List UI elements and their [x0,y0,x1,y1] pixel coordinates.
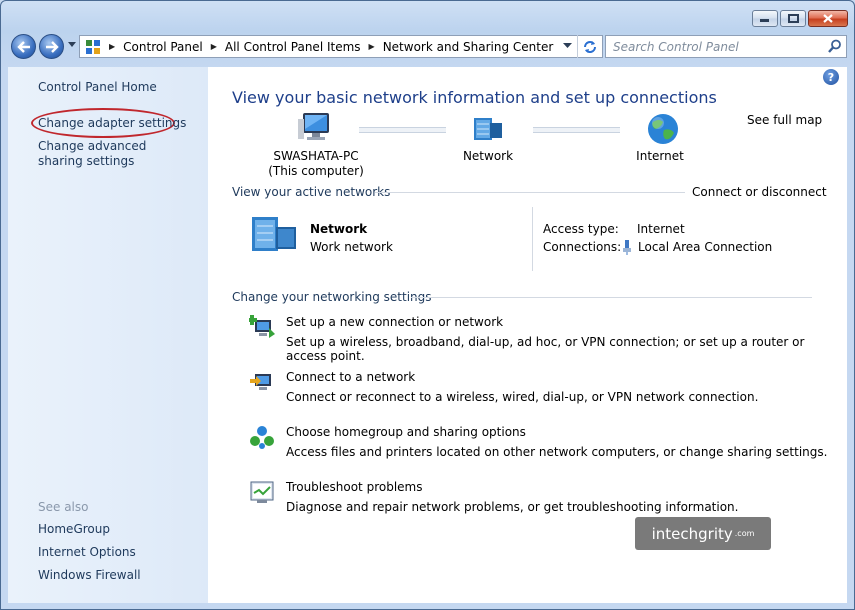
help-icon: ? [827,70,835,84]
arrow-left-icon [16,40,30,53]
address-history-dropdown-icon[interactable] [563,43,572,49]
watermark-suffix: .com [734,529,755,538]
breadcrumb-separator-icon[interactable]: ▶ [109,42,115,51]
control-panel-home-link[interactable]: Control Panel Home [38,80,157,95]
windows-firewall-link[interactable]: Windows Firewall [38,568,141,583]
setup-connection-link[interactable]: Set up a new connection or network [286,315,503,329]
network-type-link[interactable]: Work network [310,240,393,254]
navigation-toolbar: ▶ Control Panel ▶ All Control Panel Item… [9,34,849,60]
access-type-value: Internet [637,222,685,236]
page-title: View your basic network information and … [232,88,717,107]
see-full-map-link[interactable]: See full map [747,113,822,127]
close-button[interactable] [808,10,848,27]
connect-disconnect-link[interactable]: Connect or disconnect [692,185,827,199]
breadcrumb-network-sharing-center[interactable]: Network and Sharing Center [383,40,554,54]
setup-connection-description: Set up a wireless, broadband, dial-up, a… [286,335,805,363]
divider [375,192,685,193]
access-type-label: Access type: [543,222,619,236]
internet-options-link[interactable]: Internet Options [38,545,136,560]
active-networks-heading: View your active networks [232,185,391,199]
internet-label: Internet [636,149,684,163]
refresh-icon [584,40,596,53]
watermark-logo: intechgrity .com [635,517,771,550]
troubleshoot-link[interactable]: Troubleshoot problems [286,480,422,494]
homegroup-sharing-description: Access files and printers located on oth… [286,445,828,459]
refresh-button[interactable] [577,35,602,58]
active-network-name: Network [310,222,368,236]
close-icon [823,14,833,23]
breadcrumb-control-panel[interactable]: Control Panel [123,40,203,54]
control-panel-icon [86,39,100,54]
help-button[interactable]: ? [823,69,839,85]
homegroup-icon [250,426,274,449]
maximize-button[interactable] [780,10,806,27]
caption-buttons [752,10,848,27]
breadcrumb-all-items[interactable]: All Control Panel Items [225,40,361,54]
search-input[interactable]: Search Control Panel [613,40,739,54]
navigation-pane: Control Panel Home Change adapter settin… [8,67,208,603]
breadcrumb-separator-icon[interactable]: ▶ [369,42,375,51]
search-icon[interactable] [828,39,842,54]
connect-to-network-link[interactable]: Connect to a network [286,370,415,384]
connect-to-network-description: Connect or reconnect to a wireless, wire… [286,390,759,404]
connect-network-icon [250,374,271,390]
arrow-right-icon [45,40,59,53]
recent-pages-dropdown-icon[interactable] [68,42,76,48]
change-settings-heading: Change your networking settings [232,290,432,304]
change-adapter-settings-link[interactable]: Change adapter settings [38,116,186,131]
local-area-connection-link[interactable]: Local Area Connection [638,240,772,254]
minimize-icon [760,18,769,22]
divider [532,207,533,271]
computer-label: (This computer) [268,164,364,178]
content-pane: ? View your basic network information an… [208,67,847,603]
new-connection-icon [249,315,275,338]
homegroup-sharing-link[interactable]: Choose homegroup and sharing options [286,425,526,439]
connections-label: Connections: [543,240,622,254]
forward-button[interactable] [39,34,64,59]
troubleshoot-description: Diagnose and repair network problems, or… [286,500,739,514]
change-advanced-sharing-link[interactable]: Change advanced sharing settings [38,139,188,169]
homegroup-link[interactable]: HomeGroup [38,522,110,537]
divider [411,297,812,298]
minimize-button[interactable] [752,10,778,27]
network-icon [474,118,502,140]
lan-connection-icon [623,240,631,255]
watermark-text: intechgrity [651,524,733,543]
computer-name: SWASHATA-PC [273,149,359,163]
back-button[interactable] [11,34,36,59]
network-label: Network [462,149,514,163]
map-link-line [359,127,446,133]
internet-globe-icon [648,114,678,144]
troubleshoot-icon [250,481,274,503]
breadcrumb-separator-icon[interactable]: ▶ [211,42,217,51]
active-network-icon [252,217,296,251]
maximize-icon [787,14,799,23]
address-bar[interactable]: ▶ Control Panel ▶ All Control Panel Item… [79,35,603,58]
map-link-line [533,127,620,133]
explorer-window: ▶ Control Panel ▶ All Control Panel Item… [0,0,855,610]
computer-icon [298,113,329,140]
search-box[interactable]: Search Control Panel [605,35,847,58]
see-also-heading: See also [38,500,89,514]
